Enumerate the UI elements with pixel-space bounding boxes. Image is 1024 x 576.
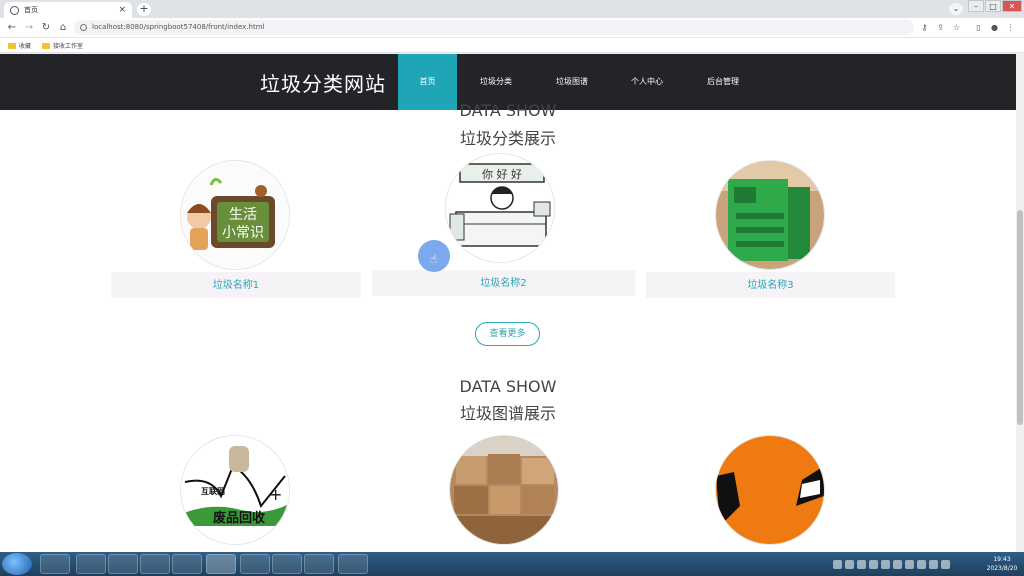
orange-abstract-illustration (716, 436, 824, 544)
folder-icon (42, 42, 50, 49)
taskbar-app-icon[interactable] (272, 554, 302, 574)
hand-cursor-icon: ☝ (430, 252, 438, 266)
share-icon[interactable]: ⇪ (934, 21, 947, 34)
taskbar-app-icon[interactable] (338, 554, 368, 574)
tray-icon[interactable] (893, 559, 902, 569)
green-recycling-bin-photo (716, 161, 824, 269)
atlas-image-3[interactable] (716, 436, 824, 544)
tray-icon[interactable] (905, 559, 914, 569)
sidepanel-icon[interactable]: ▯ (972, 21, 985, 34)
reload-icon[interactable]: ↻ (39, 20, 53, 35)
bookmarks-bar (0, 38, 1024, 53)
globe-icon (10, 5, 19, 15)
paper-bales-photo (450, 436, 558, 544)
site-title[interactable]: 垃圾分类网站 (260, 68, 386, 97)
section-heading-cn: 垃圾图谱展示 (459, 404, 556, 423)
system-tray (833, 553, 983, 575)
tray-icon[interactable] (833, 559, 842, 569)
cartoon-stall-illustration: 你 好 好 (446, 154, 554, 262)
tray-icon[interactable] (917, 559, 926, 569)
tab-title: 首页 (24, 6, 38, 14)
card-image-3[interactable] (716, 161, 824, 269)
minimize-button[interactable]: – (968, 0, 984, 12)
star-icon[interactable]: ☆ (950, 21, 963, 34)
card-name-bar-3[interactable]: 垃圾名称3 (646, 272, 895, 298)
life-tips-illustration: 生活 小常识 (181, 161, 289, 269)
tray-icon[interactable] (881, 559, 890, 569)
tray-icon[interactable] (845, 559, 854, 569)
card-image-1[interactable]: 生活 小常识 (181, 161, 289, 269)
section-heading-en: DATA SHOW (459, 101, 557, 120)
tray-icon[interactable] (929, 559, 938, 569)
image-text-plus: + (269, 485, 282, 504)
maximize-button[interactable]: □ (985, 0, 1001, 12)
image-text-line2: 小常识 (222, 225, 264, 241)
section-heading-cn: 垃圾分类展示 (459, 129, 556, 148)
bookmark-label: 收藏 (19, 43, 32, 50)
browser-tabstrip (0, 0, 1024, 18)
browser-tab[interactable]: 首页 × (4, 2, 132, 18)
tray-icon[interactable] (941, 559, 950, 569)
start-button-icon[interactable] (2, 553, 32, 575)
clock-date: 2023/8/20 (986, 565, 1018, 572)
tab-close-icon[interactable]: × (118, 5, 126, 15)
waste-recycling-handshake: 互联网 + 废品回收 (181, 436, 289, 544)
back-arrow-icon[interactable]: ← (5, 20, 19, 35)
stall-sign-text: 你 好 好 (482, 167, 522, 181)
image-text-internet: 互联网 (201, 486, 225, 496)
profile-icon[interactable]: ● (988, 21, 1001, 34)
bookmark-label: 接收工作室 (53, 43, 84, 50)
tab-search-button[interactable]: ⌄ (949, 3, 963, 15)
taskbar-app-icon[interactable] (240, 554, 270, 574)
taskbar-app-icon[interactable] (40, 554, 70, 574)
bookmark-item[interactable]: 接收工作室 (42, 40, 83, 51)
image-text-recycle: 废品回收 (213, 510, 266, 526)
close-window-button[interactable]: ✕ (1002, 0, 1022, 12)
address-bar[interactable]: localhost:8080/springboot57408/front/ind… (74, 20, 914, 35)
atlas-image-2[interactable] (450, 436, 558, 544)
taskbar-folder-icon[interactable] (172, 554, 202, 574)
menu-kebab-icon[interactable]: ⋮ (1004, 21, 1017, 34)
folder-icon (8, 42, 16, 49)
section-heading-en: DATA SHOW (459, 377, 557, 396)
forward-arrow-icon[interactable]: → (22, 20, 36, 35)
card-image-2[interactable]: 你 好 好 (446, 154, 554, 262)
bookmark-item[interactable]: 收藏 (8, 40, 31, 51)
scrollbar-thumb[interactable] (1017, 210, 1023, 425)
view-more-button[interactable]: 查看更多 (475, 322, 540, 346)
taskbar-app-icon[interactable] (108, 554, 138, 574)
home-icon[interactable]: ⌂ (56, 20, 70, 35)
taskbar-clock[interactable]: 19:43 2023/8/20 (982, 555, 1022, 573)
url-text: localhost:8080/springboot57408/front/ind… (92, 23, 265, 31)
card-name-bar-2[interactable]: 垃圾名称2 (372, 270, 635, 296)
card-name-bar-1[interactable]: 垃圾名称1 (111, 272, 361, 298)
taskbar-app-icon[interactable] (76, 554, 106, 574)
key-icon[interactable]: ⚷ (918, 21, 931, 34)
clock-time: 19:43 (993, 556, 1011, 563)
taskbar-wps-icon[interactable] (304, 554, 334, 574)
atlas-image-1[interactable]: 互联网 + 废品回收 (181, 436, 289, 544)
web-page: 垃圾分类网站 首页 垃圾分类 垃圾图谱 个人中心 后台管理 DATA SHOW … (0, 54, 1016, 552)
taskbar-app-icon[interactable] (140, 554, 170, 574)
taskbar-chrome-icon[interactable] (206, 554, 236, 574)
tray-icon[interactable] (869, 559, 878, 569)
new-tab-button[interactable]: + (137, 3, 151, 16)
image-text-line1: 生活 (229, 207, 257, 223)
info-icon (80, 24, 87, 31)
tray-icon[interactable] (857, 559, 866, 569)
